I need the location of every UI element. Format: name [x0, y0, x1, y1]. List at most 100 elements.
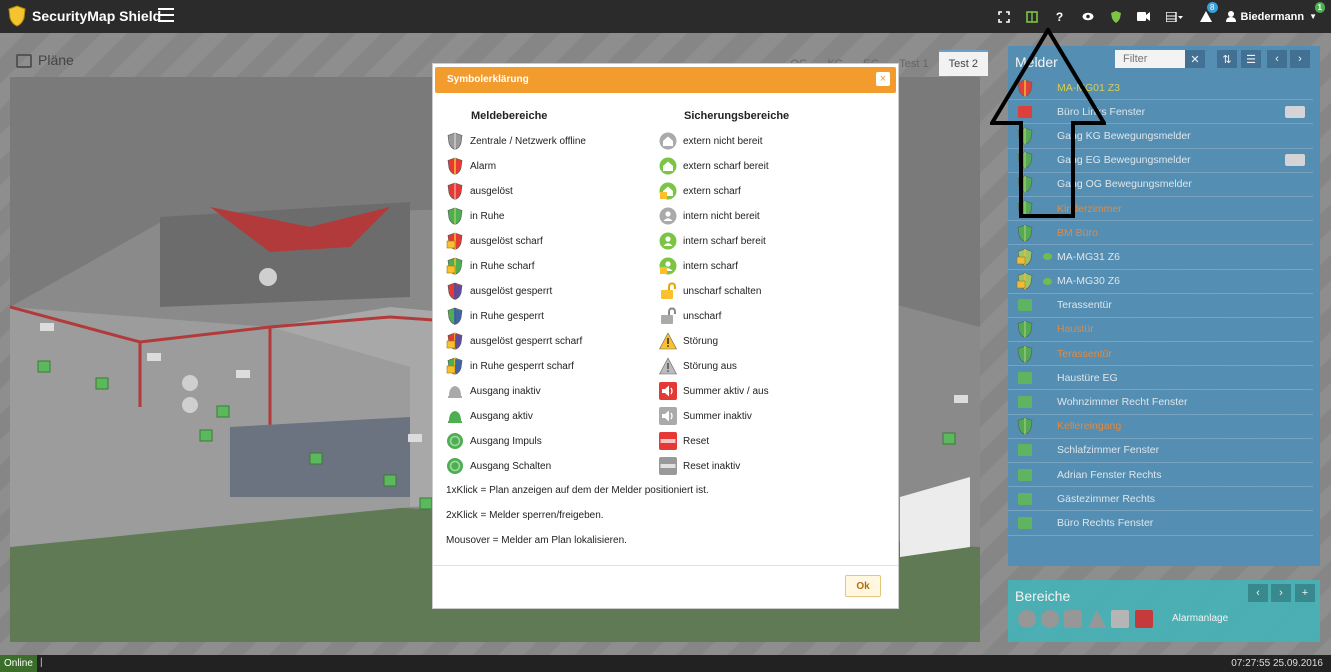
green-power-icon [446, 457, 464, 475]
alerts-icon[interactable]: 8 [1192, 0, 1220, 33]
ok-button[interactable]: Ok [845, 575, 881, 597]
list-view-button[interactable]: ☰ [1241, 50, 1261, 68]
melder-list-item[interactable]: Adrian Fenster Rechts [1008, 463, 1313, 488]
green-house-icon [659, 157, 677, 175]
grey-reset-icon [659, 457, 677, 475]
camera-icon[interactable] [1285, 154, 1305, 167]
app-title: SecurityMap Shield [32, 8, 162, 24]
melder-list-item[interactable]: MA-MG30 Z6 [1008, 270, 1313, 294]
symbol-legend-dialog: Symbolerklärung × Meldebereiche Sicherun… [432, 63, 899, 609]
comment-icon [1043, 277, 1052, 285]
melder-label: Terassentür [1057, 299, 1112, 312]
melder-list-item[interactable]: Terassentür [1008, 294, 1313, 318]
note-click: 1xKlick = Plan anzeigen auf dem der Meld… [446, 485, 709, 496]
speaker-icon[interactable] [1111, 610, 1129, 628]
melder-list-item[interactable]: Haustür [1008, 318, 1313, 343]
legend-label: ausgelöst gesperrt [470, 285, 553, 297]
legend-row: Ausgang Schalten [446, 455, 551, 477]
legend-label: Alarm [470, 160, 497, 172]
melder-label: Haustüre EG [1057, 371, 1118, 384]
legend-row: Ausgang aktiv [446, 405, 533, 427]
legend-row: ausgelöst gesperrt scharf [446, 330, 582, 352]
green-blue-shield-icon [446, 307, 464, 325]
green-square-icon [1016, 393, 1034, 411]
col1-heading: Meldebereiche [471, 110, 548, 122]
green-house-lock-icon [659, 182, 677, 200]
next-page-button[interactable]: › [1290, 50, 1310, 68]
open-lock-icon[interactable] [1064, 610, 1082, 628]
list-dropdown-icon[interactable] [1158, 0, 1192, 33]
legend-row: Summer inaktiv [659, 405, 752, 427]
warning-icon[interactable] [1088, 610, 1106, 628]
melder-list-item[interactable]: Gästezimmer Rechts [1008, 487, 1313, 512]
melder-list-item[interactable]: Kellereingang [1008, 415, 1313, 439]
gold-open-lock-icon [659, 282, 677, 300]
green-square-icon [1016, 514, 1034, 532]
legend-label: Ausgang Schalten [470, 460, 552, 472]
bereiche-add-button[interactable]: + [1295, 584, 1315, 602]
sort-button[interactable]: ⇅ [1217, 50, 1237, 68]
melder-list-item[interactable]: Wohnzimmer Recht Fenster [1008, 390, 1313, 415]
filter-input[interactable] [1115, 50, 1189, 68]
melder-list-item[interactable]: Schlafzimmer Fenster [1008, 439, 1313, 463]
bereiche-prev-button[interactable]: ‹ [1248, 584, 1268, 602]
melder-list-item[interactable]: Terassentür [1008, 342, 1313, 367]
legend-label: Störung aus [683, 360, 737, 372]
legend-row: unscharf schalten [659, 280, 761, 302]
legend-label: Ausgang inaktiv [470, 385, 541, 397]
melder-label: Haustür [1057, 323, 1094, 336]
melder-list-item[interactable]: MA-MG31 Z6 [1008, 245, 1313, 270]
shield-logo-icon [8, 5, 26, 27]
alarm-shield-icon [446, 157, 464, 175]
legend-row: intern nicht bereit [659, 205, 760, 227]
brand[interactable]: SecurityMap Shield [8, 5, 161, 27]
legend-row: Zentrale / Netzwerk offline [446, 130, 586, 152]
green-person-icon [659, 232, 677, 250]
grey-house-icon [659, 132, 677, 150]
legend-label: in Ruhe gesperrt scharf [470, 360, 574, 372]
legend-row: intern scharf bereit [659, 230, 766, 252]
camera-icon[interactable] [1285, 105, 1305, 118]
yellow-warning-icon [659, 332, 677, 350]
alerts-badge: 8 [1207, 2, 1218, 13]
clear-filter-button[interactable]: ✕ [1185, 50, 1205, 68]
comment-icon [1043, 253, 1052, 261]
red-reset-icon [659, 432, 677, 450]
legend-row: in Ruhe [446, 205, 504, 227]
legend-row: unscharf [659, 305, 721, 327]
legend-label: Ausgang Impuls [470, 435, 542, 447]
legend-label: ausgelöst [470, 185, 513, 197]
note-mouseover: Mousover = Melder am Plan lokalisieren. [446, 535, 627, 546]
legend-label: Reset [683, 435, 710, 447]
legend-label: in Ruhe scharf [470, 260, 535, 272]
green-square-icon [1016, 369, 1034, 387]
legend-label: unscharf schalten [683, 285, 762, 297]
melder-list-item[interactable]: Haustüre EG [1008, 366, 1313, 391]
green-shield-icon [1016, 345, 1034, 363]
melder-list-item[interactable]: Büro Rechts Fenster [1008, 511, 1313, 536]
melder-list-item[interactable]: BM Büro [1008, 221, 1313, 246]
note-double-click: 2xKlick = Melder sperren/freigeben. [446, 510, 604, 521]
prev-page-button[interactable]: ‹ [1267, 50, 1287, 68]
user-icon [1225, 11, 1236, 22]
red-lock-shield-icon [446, 232, 464, 250]
reset-icon[interactable] [1135, 610, 1153, 628]
melder-label: MA-MG31 Z6 [1057, 250, 1121, 263]
legend-label: in Ruhe gesperrt [470, 310, 544, 322]
legend-label: Summer inaktiv [683, 410, 752, 422]
house-icon[interactable] [1018, 610, 1036, 628]
bereiche-next-button[interactable]: › [1271, 584, 1291, 602]
green-blue-lock-shield-icon [446, 357, 464, 375]
red-blue-lock-shield-icon [446, 332, 464, 350]
legend-label: intern nicht bereit [683, 210, 760, 222]
legend-label: ausgelöst scharf [470, 235, 543, 247]
close-icon[interactable]: × [876, 72, 890, 86]
tab-test-2[interactable]: Test 2 [938, 50, 988, 76]
legend-row: ausgelöst scharf [446, 230, 543, 252]
camera-icon[interactable] [1130, 0, 1158, 33]
person-icon[interactable] [1041, 610, 1059, 628]
legend-label: Zentrale / Netzwerk offline [470, 135, 586, 147]
user-menu[interactable]: Biedermann ▼ 1 [1220, 0, 1331, 33]
menu-toggle-icon[interactable] [158, 8, 174, 22]
melder-label: Schlafzimmer Fenster [1057, 444, 1160, 457]
